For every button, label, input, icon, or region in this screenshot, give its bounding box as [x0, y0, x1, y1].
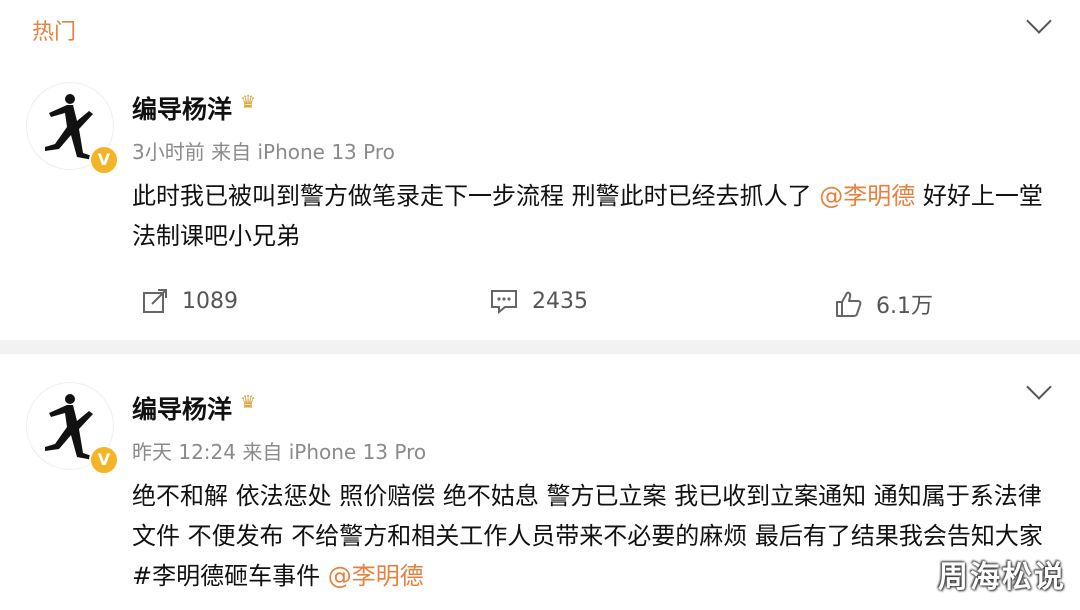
author-name[interactable]: 编导杨洋 — [132, 90, 232, 126]
post-card: V 编导杨洋 ♛ 3小时前 来自 iPhone 13 Pro 此时我已被叫到警方… — [0, 70, 1080, 340]
verified-badge-icon: V — [89, 445, 119, 475]
crown-badge-icon: ♛ — [240, 392, 257, 413]
post-time: 昨天 12:24 — [132, 440, 236, 464]
comment-button[interactable]: 2435 — [490, 288, 588, 314]
chevron-down-icon[interactable] — [1026, 8, 1052, 34]
post-body: 此时我已被叫到警方做笔录走下一步流程 刑警此时已经去抓人了 — [132, 182, 820, 210]
watermark: 周海松说 — [938, 560, 1066, 595]
comment-count: 2435 — [532, 288, 588, 314]
hashtag-link[interactable]: #李明德砸车事件 — [132, 562, 320, 590]
crown-badge-icon: ♛ — [240, 92, 257, 113]
repost-button[interactable]: 1089 — [142, 288, 238, 314]
like-count: 6.1万 — [876, 294, 933, 319]
comment-icon — [491, 290, 517, 314]
repost-icon — [143, 289, 167, 313]
chevron-down-icon[interactable] — [1026, 374, 1052, 400]
post-time: 3小时前 — [132, 140, 205, 164]
mention-link[interactable]: @李明德 — [328, 562, 424, 590]
hot-tab[interactable]: 热门 — [32, 14, 76, 46]
post-text: 此时我已被叫到警方做笔录走下一步流程 刑警此时已经去抓人了 @李明德 好好上一堂… — [132, 176, 1052, 256]
like-button[interactable]: 6.1万 — [834, 288, 933, 320]
post-text: 绝不和解 依法惩处 照价赔偿 绝不姑息 警方已立案 我已收到立案通知 通知属于系… — [132, 476, 1052, 596]
post-meta: 3小时前 来自 iPhone 13 Pro — [132, 136, 395, 165]
post-source: 来自 iPhone 13 Pro — [211, 140, 395, 164]
like-icon — [836, 291, 862, 317]
mention-link[interactable]: @李明德 — [819, 182, 915, 210]
avatar[interactable]: V — [26, 382, 119, 475]
post-body: 绝不和解 依法惩处 照价赔偿 绝不姑息 警方已立案 我已收到立案通知 通知属于系… — [132, 482, 1043, 550]
author-name[interactable]: 编导杨洋 — [132, 390, 232, 426]
avatar[interactable]: V — [26, 82, 119, 175]
post-source: 来自 iPhone 13 Pro — [242, 440, 427, 464]
verified-badge-icon: V — [89, 145, 119, 175]
post-meta: 昨天 12:24 来自 iPhone 13 Pro — [132, 436, 426, 465]
repost-count: 1089 — [182, 288, 238, 314]
post-card: V 编导杨洋 ♛ 昨天 12:24 来自 iPhone 13 Pro 绝不和解 … — [0, 354, 1080, 610]
section-divider — [0, 340, 1080, 354]
